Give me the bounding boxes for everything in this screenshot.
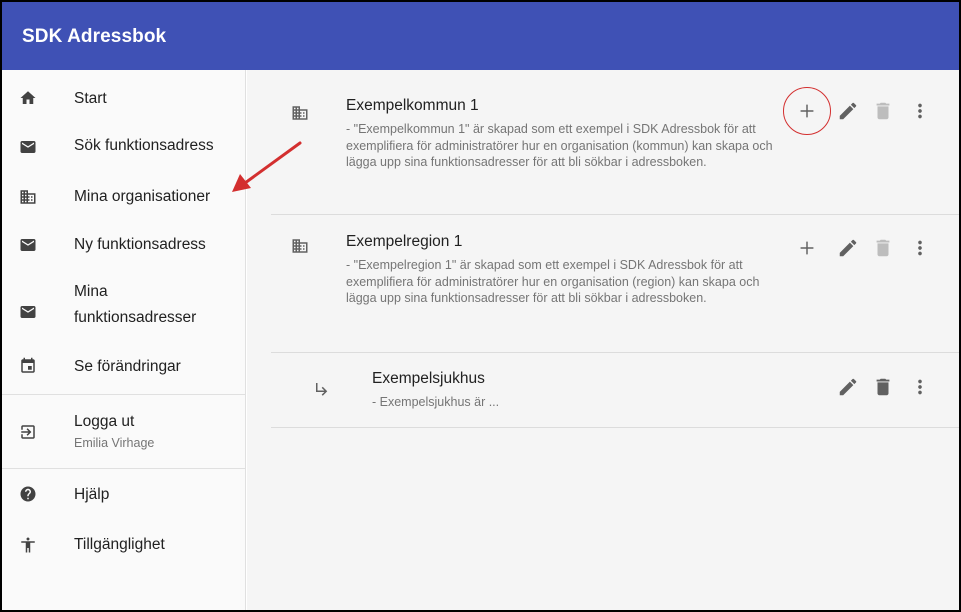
- organisation-name: Exempelsjukhus: [372, 370, 485, 387]
- help-icon: [19, 485, 37, 503]
- edit-icon[interactable]: [837, 100, 859, 122]
- list-item-organisation[interactable]: Exempelkommun 1 - "Exempelkommun 1" är s…: [271, 70, 959, 214]
- logged-in-user-name: Emilia Virhage: [74, 436, 155, 450]
- edit-icon[interactable]: [837, 376, 859, 398]
- delete-icon: [872, 237, 894, 259]
- app-window: SDK Adressbok Start Sök funktionsadress …: [0, 0, 961, 612]
- sidebar-item-sok-funktionsadress[interactable]: Sök funktionsadress: [2, 130, 245, 160]
- accessibility-icon: [19, 536, 37, 554]
- sidebar-item-label: Logga ut: [74, 413, 135, 430]
- app-title: SDK Adressbok: [22, 26, 167, 47]
- sidebar-item-label: Hjälp: [74, 486, 110, 503]
- sidebar-item-mina-organisationer[interactable]: Mina organisationer: [2, 180, 245, 210]
- organisation-description: - "Exempelregion 1" är skapad som ett ex…: [346, 258, 760, 305]
- annotation-circle: [783, 87, 831, 135]
- edit-icon[interactable]: [837, 237, 859, 259]
- more-icon[interactable]: [909, 237, 931, 259]
- sidebar-item-tillganglighet[interactable]: Tillgänglighet: [2, 530, 245, 560]
- mail-icon: [19, 303, 37, 321]
- more-icon[interactable]: [909, 100, 931, 122]
- mail-icon: [19, 138, 37, 156]
- sidebar-item-logga-ut[interactable]: Logga ut Emilia Virhage: [2, 406, 245, 458]
- organisation-name: Exempelregion 1: [346, 233, 463, 250]
- mail-icon: [19, 236, 37, 254]
- building-icon: [291, 104, 309, 122]
- sidebar-item-start[interactable]: Start: [2, 84, 245, 114]
- sidebar-divider: [2, 394, 245, 395]
- organisations-list: Exempelkommun 1 - "Exempelkommun 1" är s…: [247, 70, 959, 610]
- delete-icon[interactable]: [872, 376, 894, 398]
- list-item-organisation[interactable]: Exempelregion 1 - "Exempelregion 1" är s…: [271, 215, 959, 352]
- subdirectory-arrow-icon: [313, 380, 331, 398]
- sidebar-divider: [2, 468, 245, 469]
- sidebar: Start Sök funktionsadress Mina organisat…: [2, 70, 246, 610]
- sidebar-item-label: Tillgänglighet: [74, 536, 165, 553]
- organisation-description: - "Exempelkommun 1" är skapad som ett ex…: [346, 122, 773, 169]
- sidebar-item-mina-funktionsadresser[interactable]: Mina funktionsadresser: [2, 276, 245, 332]
- sidebar-item-label: Mina organisationer: [74, 188, 211, 205]
- list-divider: [271, 427, 959, 428]
- more-icon[interactable]: [909, 376, 931, 398]
- delete-icon: [872, 100, 894, 122]
- organisation-name: Exempelkommun 1: [346, 97, 479, 114]
- home-icon: [19, 89, 37, 107]
- add-icon[interactable]: [796, 237, 818, 259]
- sidebar-item-hjalp[interactable]: Hjälp: [2, 480, 245, 510]
- building-icon: [291, 237, 309, 255]
- sidebar-item-se-forandringar[interactable]: Se förändringar: [2, 352, 245, 382]
- logout-icon: [19, 423, 37, 441]
- sidebar-item-ny-funktionsadress[interactable]: Ny funktionsadress: [2, 230, 245, 260]
- sidebar-item-label: Start: [74, 90, 107, 107]
- app-bar: SDK Adressbok: [2, 2, 959, 70]
- building-icon: [19, 188, 37, 206]
- sidebar-item-label: Sök funktionsadress: [74, 137, 214, 154]
- sidebar-item-label: Se förändringar: [74, 358, 181, 375]
- sidebar-item-label: Ny funktionsadress: [74, 236, 206, 253]
- sidebar-item-label: Mina funktionsadresser: [74, 283, 197, 326]
- organisation-description: - Exempelsjukhus är ...: [372, 395, 500, 409]
- calendar-icon: [19, 357, 37, 375]
